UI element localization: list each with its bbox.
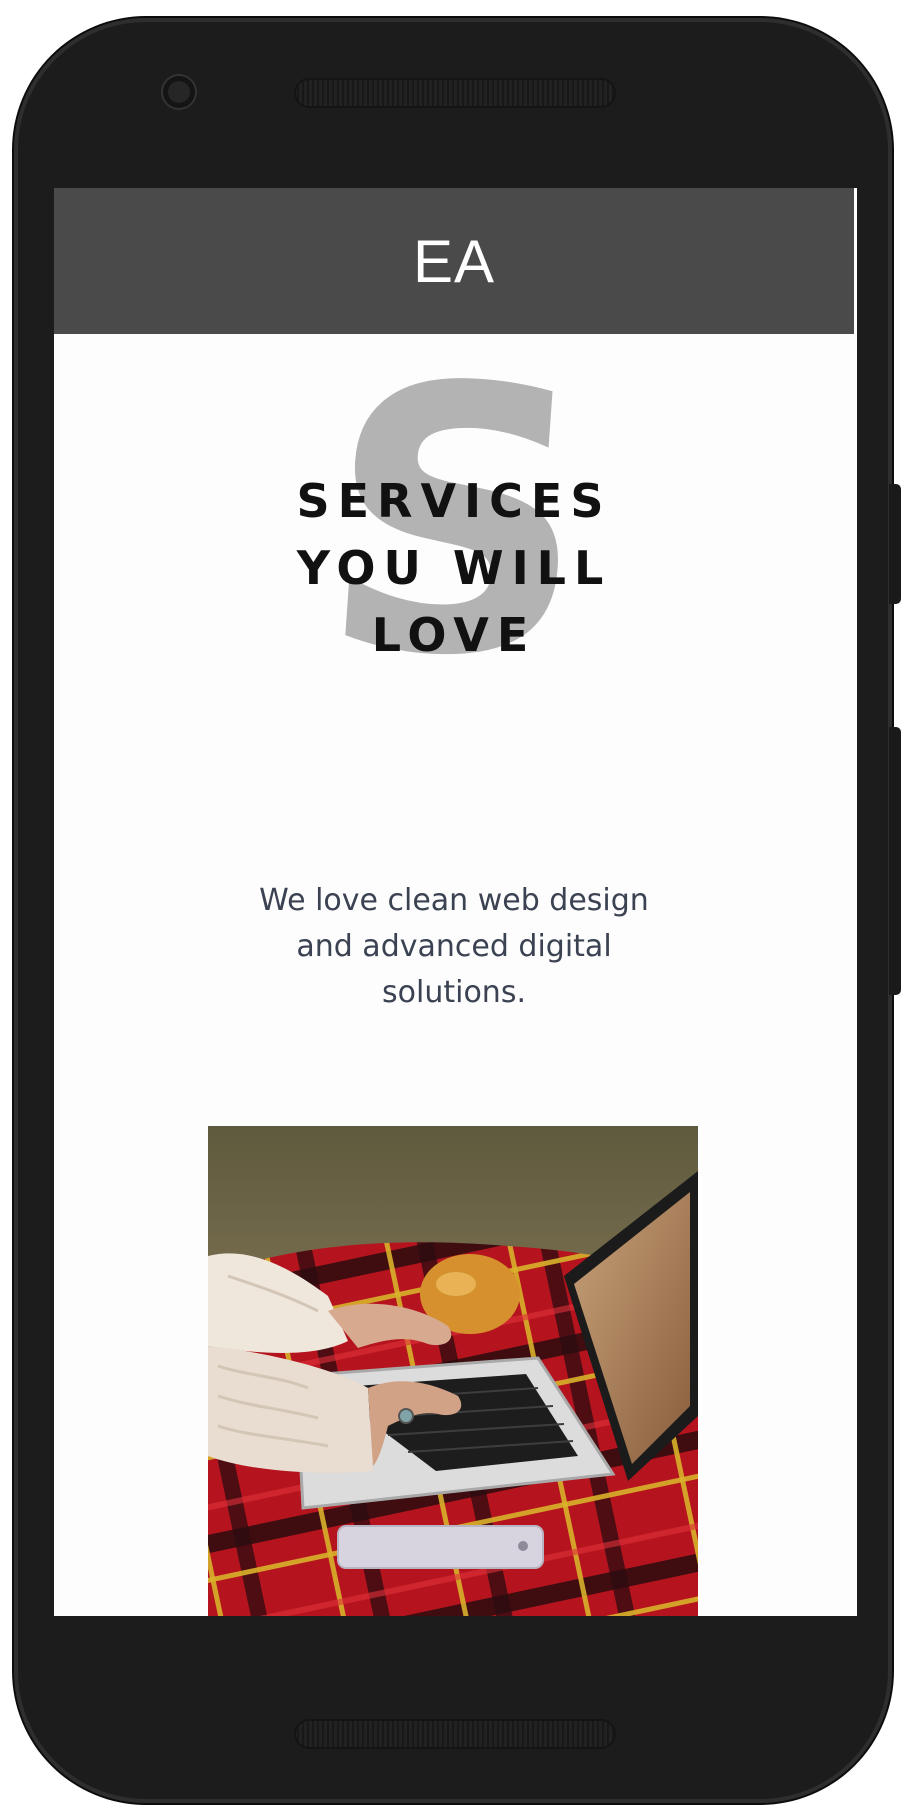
top-speaker-grille <box>294 78 616 108</box>
hero-heading-line-3: LOVE <box>371 608 537 662</box>
hero-section: S SERVICES YOU WILL LOVE <box>54 311 857 934</box>
tagline-line-3: solutions. <box>382 975 526 1010</box>
app-title[interactable]: EA <box>413 227 495 296</box>
hero-heading: SERVICES YOU WILL LOVE <box>204 468 704 669</box>
laptop-on-blanket-photo <box>208 1126 698 1616</box>
device-screen: EA S SERVICES YOU WILL LOVE We love clea… <box>54 188 857 1616</box>
tagline-line-2: and advanced digital <box>296 929 612 964</box>
tagline: We love clean web design and advanced di… <box>204 878 704 1016</box>
tagline-line-1: We love clean web design <box>259 883 649 918</box>
hero-heading-line-2: YOU WILL <box>296 541 612 595</box>
power-button <box>889 484 901 604</box>
front-camera-icon <box>163 76 195 108</box>
photo-illustration <box>208 1126 698 1616</box>
hero-heading-line-1: SERVICES <box>296 474 612 528</box>
page: EA S SERVICES YOU WILL LOVE We love clea… <box>0 0 911 1817</box>
volume-button <box>889 727 901 995</box>
bottom-speaker-grille <box>294 1719 616 1749</box>
